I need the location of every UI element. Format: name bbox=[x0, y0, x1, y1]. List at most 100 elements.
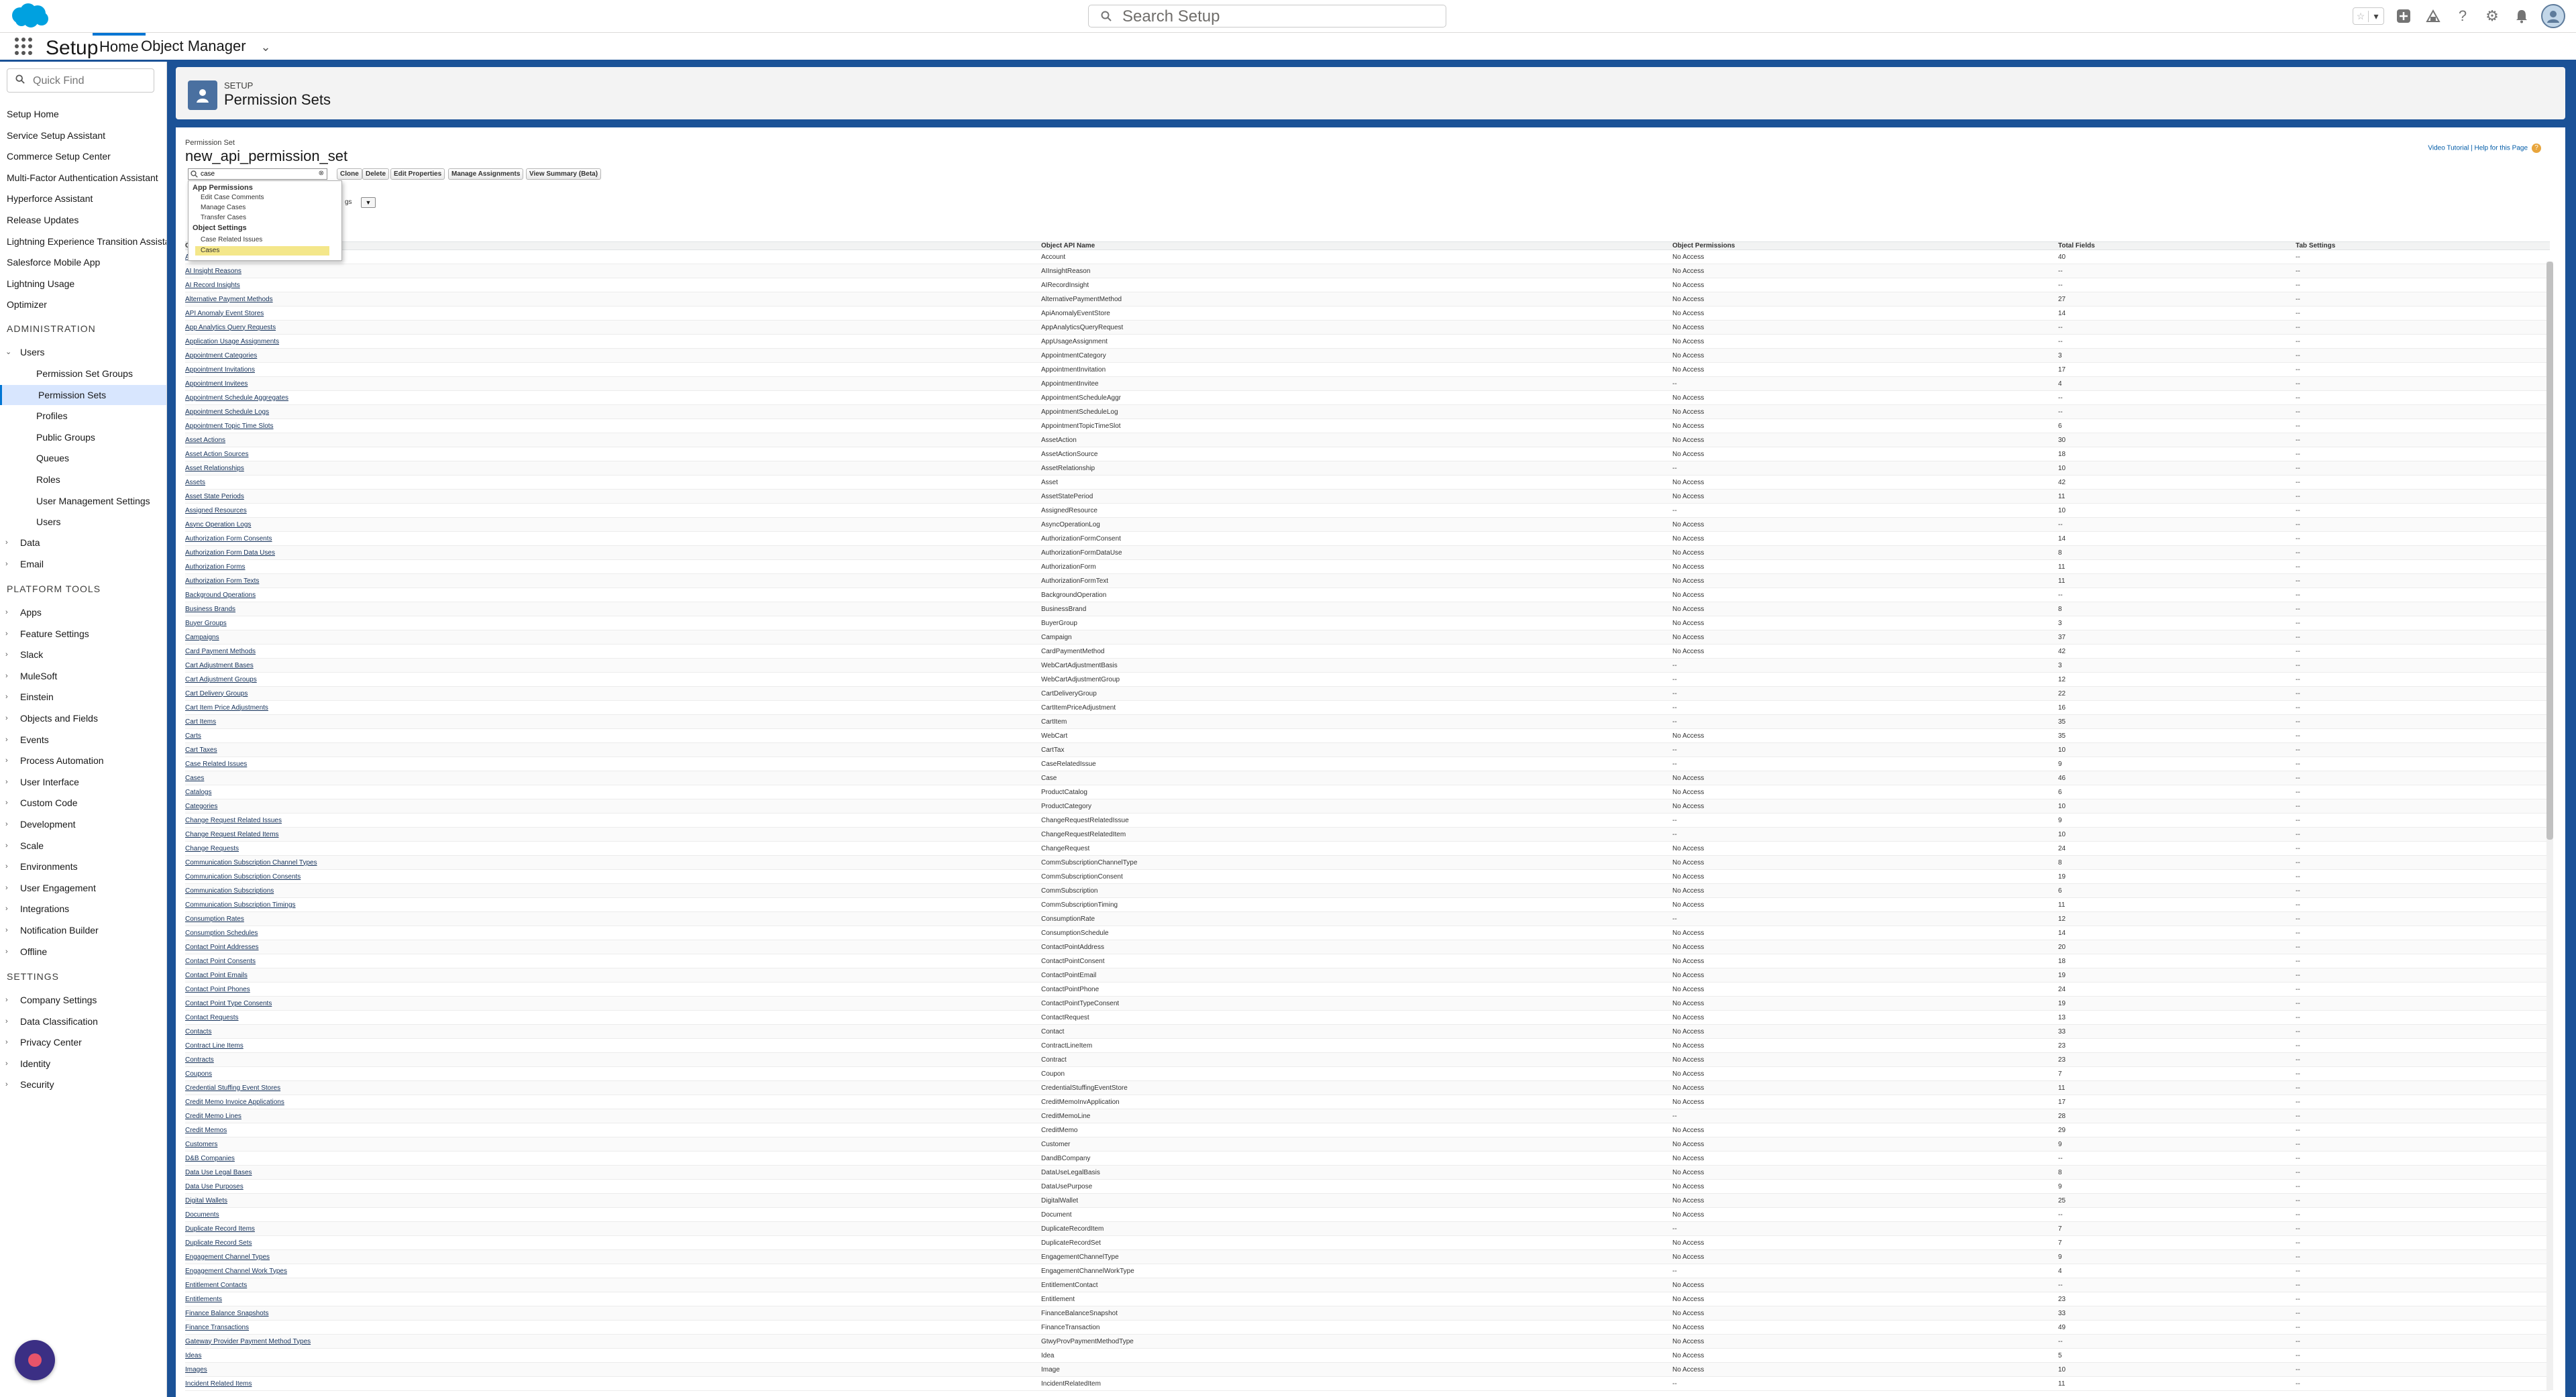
object-name-link[interactable]: Cart Taxes bbox=[185, 746, 217, 754]
sidebar-item[interactable]: › User Engagement bbox=[0, 878, 166, 898]
object-name-link[interactable]: Background Operations bbox=[185, 592, 256, 599]
chevron-right-icon[interactable]: › bbox=[5, 1074, 8, 1095]
object-name-link[interactable]: Catalogs bbox=[185, 789, 211, 796]
object-name-link[interactable]: Digital Wallets bbox=[185, 1197, 227, 1205]
dropdown-item[interactable]: Edit Case Comments bbox=[195, 193, 329, 203]
object-name-link[interactable]: Communication Subscriptions bbox=[185, 887, 274, 895]
favorites-list-chevron-icon[interactable]: ▾ bbox=[2368, 10, 2383, 22]
sidebar-item[interactable]: › Company Settings bbox=[0, 990, 166, 1010]
sidebar-subitem[interactable]: Profiles bbox=[0, 406, 166, 426]
object-name-link[interactable]: Authorization Form Texts bbox=[185, 577, 259, 585]
object-name-link[interactable]: Finance Balance Snapshots bbox=[185, 1310, 269, 1317]
sidebar-subitem[interactable]: Roles bbox=[0, 469, 166, 490]
sidebar-item[interactable]: › MuleSoft bbox=[0, 666, 166, 686]
chevron-right-icon[interactable]: › bbox=[5, 836, 8, 856]
chevron-right-icon[interactable]: › bbox=[5, 730, 8, 750]
column-header-object-permissions[interactable]: Object Permissions bbox=[1672, 241, 2058, 250]
object-name-link[interactable]: App Analytics Query Requests bbox=[185, 324, 276, 331]
object-name-link[interactable]: Card Payment Methods bbox=[185, 648, 256, 655]
object-name-link[interactable]: Asset State Periods bbox=[185, 493, 244, 500]
sidebar-subitem[interactable]: Permission Set Groups bbox=[0, 364, 166, 384]
object-name-link[interactable]: Appointment Schedule Aggregates bbox=[185, 394, 288, 402]
sidebar-item[interactable]: › Security bbox=[0, 1074, 166, 1095]
clear-search-icon[interactable]: ⊗ bbox=[319, 170, 324, 177]
dropdown-item[interactable]: Case Related Issues bbox=[195, 235, 329, 245]
view-summary-button[interactable]: View Summary (Beta) bbox=[526, 168, 602, 180]
object-name-link[interactable]: Credential Stuffing Event Stores bbox=[185, 1084, 280, 1092]
chevron-down-icon[interactable]: ⌄ bbox=[5, 342, 11, 362]
sidebar-item[interactable]: › Integrations bbox=[0, 899, 166, 919]
chevron-right-icon[interactable]: › bbox=[5, 899, 8, 919]
object-name-link[interactable]: Communication Subscription Channel Types bbox=[185, 859, 317, 867]
sidebar-item[interactable]: Lightning Usage bbox=[0, 274, 166, 294]
sidebar-item[interactable]: › Apps bbox=[0, 602, 166, 622]
object-name-link[interactable]: Data Use Purposes bbox=[185, 1183, 244, 1190]
object-name-link[interactable]: Duplicate Record Sets bbox=[185, 1239, 252, 1247]
object-name-link[interactable]: Customers bbox=[185, 1141, 217, 1148]
favorites-star-icon[interactable]: ☆ bbox=[2353, 11, 2368, 22]
object-name-link[interactable]: Engagement Channel Types bbox=[185, 1253, 270, 1261]
object-name-link[interactable]: Authorization Forms bbox=[185, 563, 245, 571]
help-links-text[interactable]: Video Tutorial | Help for this Page bbox=[2428, 145, 2528, 152]
object-name-link[interactable]: Credit Memos bbox=[185, 1127, 227, 1134]
object-name-link[interactable]: Change Requests bbox=[185, 845, 239, 852]
object-name-link[interactable]: Contracts bbox=[185, 1056, 214, 1064]
object-name-link[interactable]: Appointment Invitations bbox=[185, 366, 255, 374]
column-header-tab-settings[interactable]: Tab Settings bbox=[2296, 241, 2550, 250]
column-header-total-fields[interactable]: Total Fields bbox=[2058, 241, 2296, 250]
chevron-right-icon[interactable]: › bbox=[5, 793, 8, 813]
object-name-link[interactable]: AI Record Insights bbox=[185, 282, 240, 289]
object-name-link[interactable]: Communication Subscription Consents bbox=[185, 873, 301, 881]
user-avatar[interactable] bbox=[2541, 4, 2565, 28]
dropdown-item-selected[interactable]: Cases bbox=[195, 246, 329, 256]
chevron-right-icon[interactable]: › bbox=[5, 814, 8, 834]
dropdown-item[interactable]: Manage Cases bbox=[195, 203, 329, 213]
object-name-link[interactable]: Contact Point Type Consents bbox=[185, 1000, 272, 1007]
sidebar-subitem[interactable]: Public Groups bbox=[0, 427, 166, 447]
object-name-link[interactable]: Async Operation Logs bbox=[185, 521, 251, 528]
object-name-link[interactable]: Cart Adjustment Groups bbox=[185, 676, 257, 683]
chevron-right-icon[interactable]: › bbox=[5, 533, 8, 553]
chevron-right-icon[interactable]: › bbox=[5, 602, 8, 622]
app-launcher-icon[interactable] bbox=[15, 38, 32, 55]
object-name-link[interactable]: Images bbox=[185, 1366, 207, 1374]
chevron-right-icon[interactable]: › bbox=[5, 666, 8, 686]
sidebar-item[interactable]: › Notification Builder bbox=[0, 920, 166, 940]
object-name-link[interactable]: Campaigns bbox=[185, 634, 219, 641]
object-name-link[interactable]: Documents bbox=[185, 1211, 219, 1219]
quick-find-input[interactable] bbox=[32, 72, 148, 90]
object-name-link[interactable]: Application Usage Assignments bbox=[185, 338, 279, 345]
sidebar-item[interactable]: Hyperforce Assistant bbox=[0, 188, 166, 209]
sidebar-item[interactable]: › Objects and Fields bbox=[0, 708, 166, 728]
salesforce-logo[interactable] bbox=[8, 2, 51, 29]
sidebar-subitem[interactable]: Users bbox=[0, 512, 166, 532]
chevron-right-icon[interactable]: › bbox=[5, 708, 8, 728]
chevron-right-icon[interactable]: › bbox=[5, 772, 8, 792]
sidebar-item[interactable]: Multi-Factor Authentication Assistant bbox=[0, 168, 166, 188]
favorites-group[interactable]: ☆ ▾ bbox=[2353, 7, 2384, 25]
object-name-link[interactable]: Change Request Related Issues bbox=[185, 817, 282, 824]
object-name-link[interactable]: Cart Items bbox=[185, 718, 216, 726]
sidebar-item[interactable]: Commerce Setup Center bbox=[0, 146, 166, 166]
clone-button[interactable]: Clone bbox=[337, 168, 362, 180]
object-name-link[interactable]: Gateway Provider Payment Method Types bbox=[185, 1338, 311, 1345]
chevron-right-icon[interactable]: › bbox=[5, 645, 8, 665]
sidebar-item[interactable]: › Identity bbox=[0, 1054, 166, 1074]
object-name-link[interactable]: Asset Actions bbox=[185, 437, 225, 444]
object-name-link[interactable]: Contact Point Phones bbox=[185, 986, 250, 993]
settings-dropdown-chevron-icon[interactable]: ▼ bbox=[361, 197, 376, 208]
sidebar-item[interactable]: Release Updates bbox=[0, 210, 166, 230]
quick-find-box[interactable] bbox=[7, 68, 154, 93]
object-name-link[interactable]: Coupons bbox=[185, 1070, 212, 1078]
object-name-link[interactable]: Asset Action Sources bbox=[185, 451, 249, 458]
chevron-right-icon[interactable]: › bbox=[5, 624, 8, 644]
object-name-link[interactable]: Engagement Channel Work Types bbox=[185, 1268, 287, 1275]
object-name-link[interactable]: Consumption Rates bbox=[185, 915, 244, 923]
object-name-link[interactable]: Credit Memo Invoice Applications bbox=[185, 1099, 284, 1106]
help-assistant-button[interactable] bbox=[15, 1340, 55, 1380]
help-for-page-icon[interactable]: ? bbox=[2532, 144, 2541, 153]
manage-assignments-button[interactable]: Manage Assignments bbox=[448, 168, 524, 180]
chevron-right-icon[interactable]: › bbox=[5, 878, 8, 898]
sidebar-item[interactable]: Optimizer bbox=[0, 294, 166, 315]
dropdown-item[interactable]: Transfer Cases bbox=[195, 213, 329, 223]
